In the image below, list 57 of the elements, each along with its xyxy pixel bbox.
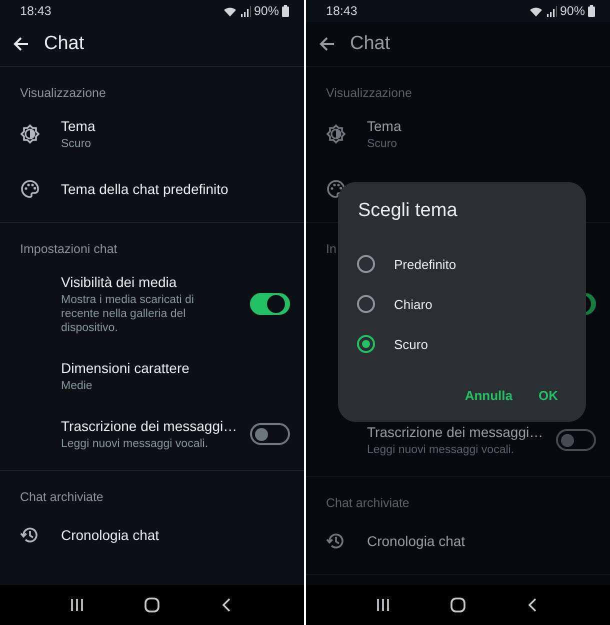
setting-title[interactable]: Dimensioni carattere [61,359,290,377]
palette-icon [326,179,346,199]
option-label[interactable]: Chiaro [394,296,432,312]
palette-icon [20,179,40,199]
setting-title[interactable]: Tema della chat predefinito [61,180,290,198]
section-header: Chat archiviate [19,489,104,506]
signal-icon [240,6,251,16]
clock: 18:43 [20,4,52,18]
setting-value: Leggi nuovi messaggi vocali. [61,437,210,451]
option-label[interactable]: Scuro [394,336,428,352]
back-arrow-icon[interactable] [319,36,335,52]
back-arrow-icon[interactable] [13,36,29,52]
setting-title[interactable]: Tema [367,117,596,135]
wifi-icon [528,6,543,16]
battery-icon [282,5,289,17]
screen-title: Chat [44,33,84,55]
battery-icon [588,5,595,17]
option-label[interactable]: Predefinito [394,256,456,272]
setting-value: Mostra i media scaricati di recente nella galleria del dispositivo. [61,293,195,335]
brightness-icon [326,124,346,144]
section-header: Visualizzazione [325,85,413,102]
battery-percent: 90% [560,4,585,18]
section-header: In [325,241,338,258]
screen-title: Chat [350,33,390,55]
history-icon [326,531,346,551]
setting-title[interactable]: Trascrizione dei messaggi… [367,423,556,441]
dialog-title: Scegli tema [358,200,458,222]
radio-button[interactable] [357,335,375,353]
recent-apps-icon[interactable] [69,597,86,613]
setting-value: Scuro [61,137,92,151]
toggle-switch[interactable] [250,423,290,445]
history-icon [20,525,40,545]
clock: 18:43 [326,4,358,18]
setting-title[interactable]: Cronologia chat [367,532,596,550]
dialog-button[interactable]: OK [530,382,566,409]
setting-value: Leggi nuovi messaggi vocali. [367,443,516,457]
radio-button[interactable] [357,295,375,313]
battery-percent: 90% [254,4,279,18]
setting-value: Medie [61,379,94,393]
signal-icon [546,6,557,16]
dialog-button[interactable]: Annulla [456,382,520,409]
setting-title[interactable]: Tema [61,117,290,135]
wifi-icon [222,6,237,16]
toggle-switch[interactable] [250,293,290,315]
home-icon[interactable] [450,597,466,613]
radio-button[interactable] [357,255,375,273]
setting-title[interactable]: Trascrizione dei messaggi… [61,417,250,435]
setting-value: Scuro [367,137,398,151]
section-header: Chat archiviate [325,495,410,512]
recent-apps-icon[interactable] [375,597,392,613]
section-header: Impostazioni chat [19,241,118,258]
setting-title[interactable]: Visibilità dei media [61,273,250,291]
home-icon[interactable] [144,597,160,613]
brightness-icon [20,124,40,144]
setting-title[interactable]: Cronologia chat [61,526,290,544]
section-header: Visualizzazione [19,85,107,102]
toggle-switch[interactable] [556,429,596,451]
